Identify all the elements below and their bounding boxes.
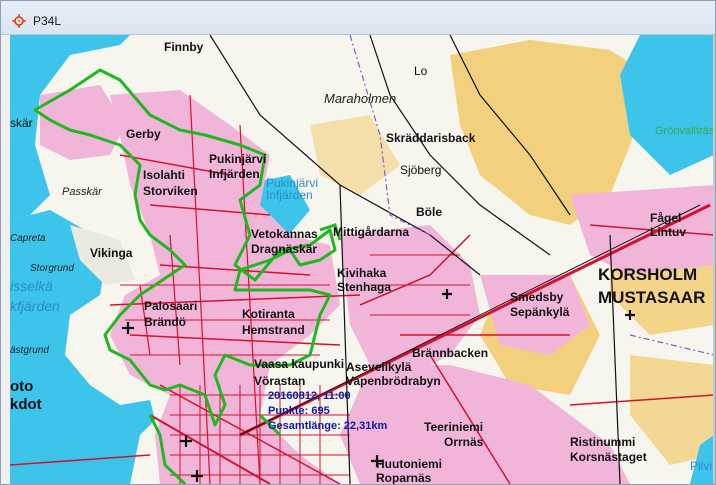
right-edge	[713, 35, 715, 484]
label-isolahti: Isolahti	[143, 168, 185, 182]
label-gronvalltras: Grönvallträs	[655, 125, 714, 137]
label-fagel: Fågel	[650, 211, 681, 225]
label-skraddarisback: Skräddarisback	[386, 131, 476, 145]
label-kfjarden: kfjärden	[10, 298, 60, 314]
label-palosaari: Palosaari	[144, 299, 197, 313]
label-storgrund: Storgrund	[30, 263, 74, 274]
label-ormas: Orrnäs	[444, 435, 484, 449]
label-oto: oto	[10, 378, 33, 395]
label-vetokannas: Vetokannas	[251, 227, 318, 241]
label-pilvi: Pilvi	[690, 459, 712, 473]
label-korsholm: KORSHOLM	[598, 265, 697, 284]
label-pukinjarvi: Pukinjärvi	[209, 152, 266, 166]
label-storviken: Storviken	[143, 184, 198, 198]
label-ristinummi: Ristinummi	[570, 435, 635, 449]
label-brannbacken: Brännbacken	[412, 346, 488, 360]
track-points: Punkte: 695	[268, 405, 330, 417]
label-sjoberg: Sjöberg	[400, 163, 441, 177]
label-vapenbrodrabyn: Vapenbrödrabyn	[346, 374, 441, 388]
label-roparnas: Roparnäs	[376, 471, 432, 484]
map-canvas[interactable]: Finnby Gerby Passkär skär Isolahti Storv…	[10, 35, 714, 484]
label-passkar: Passkär	[62, 186, 103, 198]
title-bar[interactable]: P34L	[1, 1, 715, 35]
label-brando: Brändö	[144, 315, 186, 329]
label-asevelikyla: Asevelikylä	[346, 360, 412, 374]
label-mustasaari: MUSTASAAR	[598, 288, 705, 307]
label-skar: skär	[10, 116, 33, 130]
label-isselka: isselkä	[10, 278, 53, 294]
label-kotiranta: Kotiranta	[242, 307, 295, 321]
map-window: P34L Finnby Gerby Passkär skär Isolahti …	[0, 0, 716, 485]
track-timestamp: 20160812, 11:00	[268, 390, 351, 402]
label-lintuv: Lintuv	[650, 225, 686, 239]
label-hemstrand: Hemstrand	[242, 323, 305, 337]
label-kdot: kdot	[10, 396, 42, 413]
label-maraholmen: Maraholmen	[324, 91, 396, 106]
label-stenhaga: Stenhaga	[337, 280, 391, 294]
label-sepankyla: Sepänkylä	[510, 305, 570, 319]
track-length: Gesamtlänge: 22,31km	[268, 420, 387, 432]
topographic-map[interactable]: Finnby Gerby Passkär skär Isolahti Storv…	[10, 35, 714, 484]
label-teeriniemi: Teeriniemi	[424, 420, 483, 434]
label-infjarden-water: Infjärden	[266, 188, 313, 202]
label-astgrund: ästgrund	[10, 345, 49, 356]
label-capreta: Capreta	[10, 233, 46, 244]
label-huutoniemi: Huutoniemi	[376, 457, 442, 471]
label-finnby: Finnby	[164, 40, 204, 54]
label-bole: Böle	[416, 205, 442, 219]
label-vikinga: Vikinga	[90, 246, 133, 260]
label-vorastan: Vörastan	[254, 374, 305, 388]
label-lo: Lo	[414, 64, 428, 78]
label-kivihaka: Kivihaka	[337, 266, 387, 280]
label-dragnaskar: Dragnäskär	[251, 242, 317, 256]
label-vaasa-city: Vaasa kaupunki	[254, 357, 344, 371]
window-title: P34L	[33, 14, 62, 28]
label-korsnastaget: Korsnästaget	[570, 450, 647, 464]
label-mittigardarna: Mittigårdarna	[333, 225, 409, 239]
crosshair-icon	[12, 14, 26, 28]
label-infjarden: Infjärden	[209, 167, 260, 181]
label-gerby: Gerby	[126, 127, 161, 141]
label-smedsby: Smedsby	[510, 290, 564, 304]
